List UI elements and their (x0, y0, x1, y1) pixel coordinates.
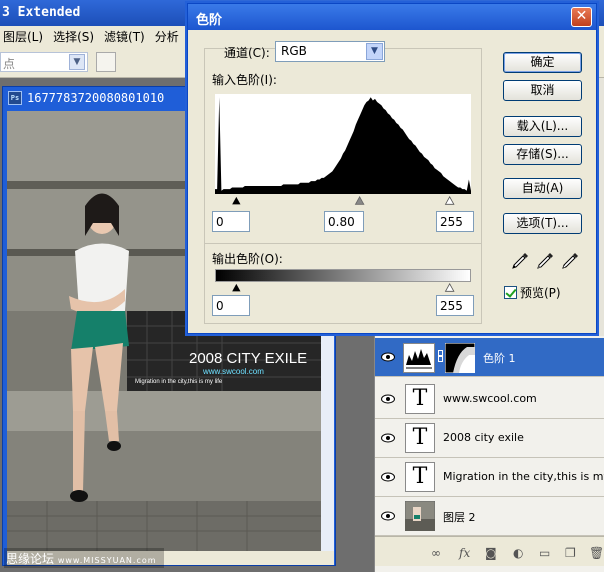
ok-button[interactable]: 确定 (503, 52, 582, 73)
close-icon: ✕ (575, 8, 588, 24)
visibility-eye-icon[interactable] (381, 394, 395, 404)
link-icon[interactable]: ∞ (431, 546, 441, 560)
channel-label: 通道(C): (224, 46, 270, 60)
levels-dialog: 色阶 ✕ 通道(C): RGB ▼ 输入色阶(I): 0 0.80 255 输出… (187, 3, 597, 334)
options-button[interactable]: 选项(T)... (503, 213, 582, 234)
visibility-eye-icon[interactable] (381, 472, 395, 482)
watermark-text: 思缘论坛 (6, 552, 55, 566)
layer-row-migration[interactable]: T Migration in the city,this is my ... (375, 458, 604, 497)
input-levels-label: 输入色阶(I): (212, 73, 277, 87)
visibility-eye-icon[interactable] (381, 352, 395, 362)
output-levels-slider[interactable] (209, 283, 477, 293)
gray-eyedropper-icon[interactable] (535, 251, 555, 271)
load-button[interactable]: 载入(L)... (503, 116, 582, 137)
sample-size-value: 点 (3, 57, 16, 71)
histogram-shape (215, 97, 471, 194)
menu-item-analysis[interactable]: 分析 (152, 26, 186, 45)
output-black-field[interactable]: 0 (212, 295, 250, 316)
text-layer-thumbnail: T (405, 462, 435, 492)
input-white-handle[interactable] (444, 196, 455, 205)
mask-icon[interactable]: ◙ (485, 546, 497, 560)
input-gamma-handle[interactable] (354, 196, 365, 205)
layer-name: 图层 2 (443, 511, 476, 524)
trash-icon[interactable]: 🗑 (589, 546, 604, 560)
layers-panel: 色阶 1 T www.swcool.com T 2008 city exile … (374, 336, 604, 572)
menu-item-select[interactable]: 选择(S) (50, 26, 101, 45)
preview-label: 预览(P) (520, 286, 561, 300)
adjustment-icon[interactable]: ◐ (513, 546, 523, 560)
input-gamma-field[interactable]: 0.80 (324, 211, 364, 232)
link-chain-icon (438, 350, 443, 362)
layer-name: Migration in the city,this is my ... (443, 470, 604, 483)
layer-row-city-exile[interactable]: T 2008 city exile (375, 419, 604, 458)
menu-item-layer[interactable]: 图层(L) (0, 26, 50, 45)
input-white-field[interactable]: 255 (436, 211, 474, 232)
cancel-button[interactable]: 取消 (503, 80, 582, 101)
checkbox-checked-icon[interactable] (504, 286, 517, 299)
watermark: 思缘论坛 www.MISSYUAN.com (4, 548, 164, 568)
visibility-eye-icon[interactable] (381, 511, 395, 521)
input-black-value: 0 (216, 215, 224, 229)
photoshop-icon: Ps (8, 91, 22, 105)
output-black-value: 0 (216, 299, 224, 313)
output-white-handle[interactable] (444, 283, 455, 292)
input-white-value: 255 (440, 215, 463, 229)
input-black-field[interactable]: 0 (212, 211, 250, 232)
chevron-down-icon: ▼ (69, 54, 85, 70)
levels-adjustment-icon (403, 343, 435, 373)
text-layer-thumbnail: T (405, 423, 435, 453)
watermark-url: www.MISSYUAN.com (57, 556, 157, 565)
layer-name: www.swcool.com (443, 392, 537, 405)
photo-caption-text: Migration in the city,this is my life (135, 379, 223, 385)
layer-row-levels[interactable]: 色阶 1 (375, 338, 604, 377)
sample-size-select[interactable]: 点 ▼ (0, 52, 88, 72)
layers-panel-footer: ∞ fx ◙ ◐ ▭ ❐ 🗑 (375, 536, 604, 566)
dialog-title: 色阶 (196, 13, 223, 28)
input-black-handle[interactable] (232, 196, 241, 205)
document-title: 1677783720080801010 (27, 91, 165, 105)
image-layer-thumbnail (405, 501, 435, 531)
output-white-value: 255 (440, 299, 463, 313)
channel-value: RGB (281, 44, 307, 58)
visibility-eye-icon[interactable] (381, 433, 395, 443)
channel-select[interactable]: RGB ▼ (275, 41, 385, 62)
dialog-title-bar[interactable]: 色阶 (188, 4, 596, 30)
close-button[interactable]: ✕ (571, 7, 592, 27)
preview-checkbox[interactable]: 预览(P) (504, 284, 561, 301)
white-eyedropper-icon[interactable] (560, 251, 580, 271)
photo-title-text: 2008 CITY EXILE (189, 350, 307, 367)
output-gradient-bar (215, 269, 471, 282)
auto-button[interactable]: 自动(A) (503, 178, 582, 199)
new-layer-icon[interactable]: ❐ (565, 546, 576, 560)
photo-site-text: www.swcool.com (202, 367, 264, 376)
black-eyedropper-icon[interactable] (510, 251, 530, 271)
chevron-down-icon: ▼ (366, 43, 383, 60)
folder-icon[interactable]: ▭ (539, 546, 550, 560)
save-button[interactable]: 存储(S)... (503, 144, 582, 165)
layer-row-swcool[interactable]: T www.swcool.com (375, 380, 604, 419)
output-white-field[interactable]: 255 (436, 295, 474, 316)
app-title: 3 Extended (2, 5, 81, 20)
output-levels-label: 输出色阶(O): (212, 252, 283, 266)
options-button[interactable] (96, 52, 116, 72)
text-layer-thumbnail: T (405, 384, 435, 414)
layer-name: 2008 city exile (443, 431, 524, 444)
output-black-handle[interactable] (232, 283, 241, 292)
input-gamma-value: 0.80 (328, 215, 355, 229)
input-levels-slider[interactable] (209, 196, 477, 206)
histogram (215, 94, 471, 194)
menu-item-filter[interactable]: 滤镜(T) (101, 26, 152, 45)
layer-name: 色阶 1 (483, 352, 516, 365)
layer-mask-thumbnail[interactable] (445, 343, 475, 373)
section-divider (205, 243, 481, 244)
layer-row-layer2[interactable]: 图层 2 (375, 497, 604, 536)
fx-icon[interactable]: fx (459, 546, 470, 560)
